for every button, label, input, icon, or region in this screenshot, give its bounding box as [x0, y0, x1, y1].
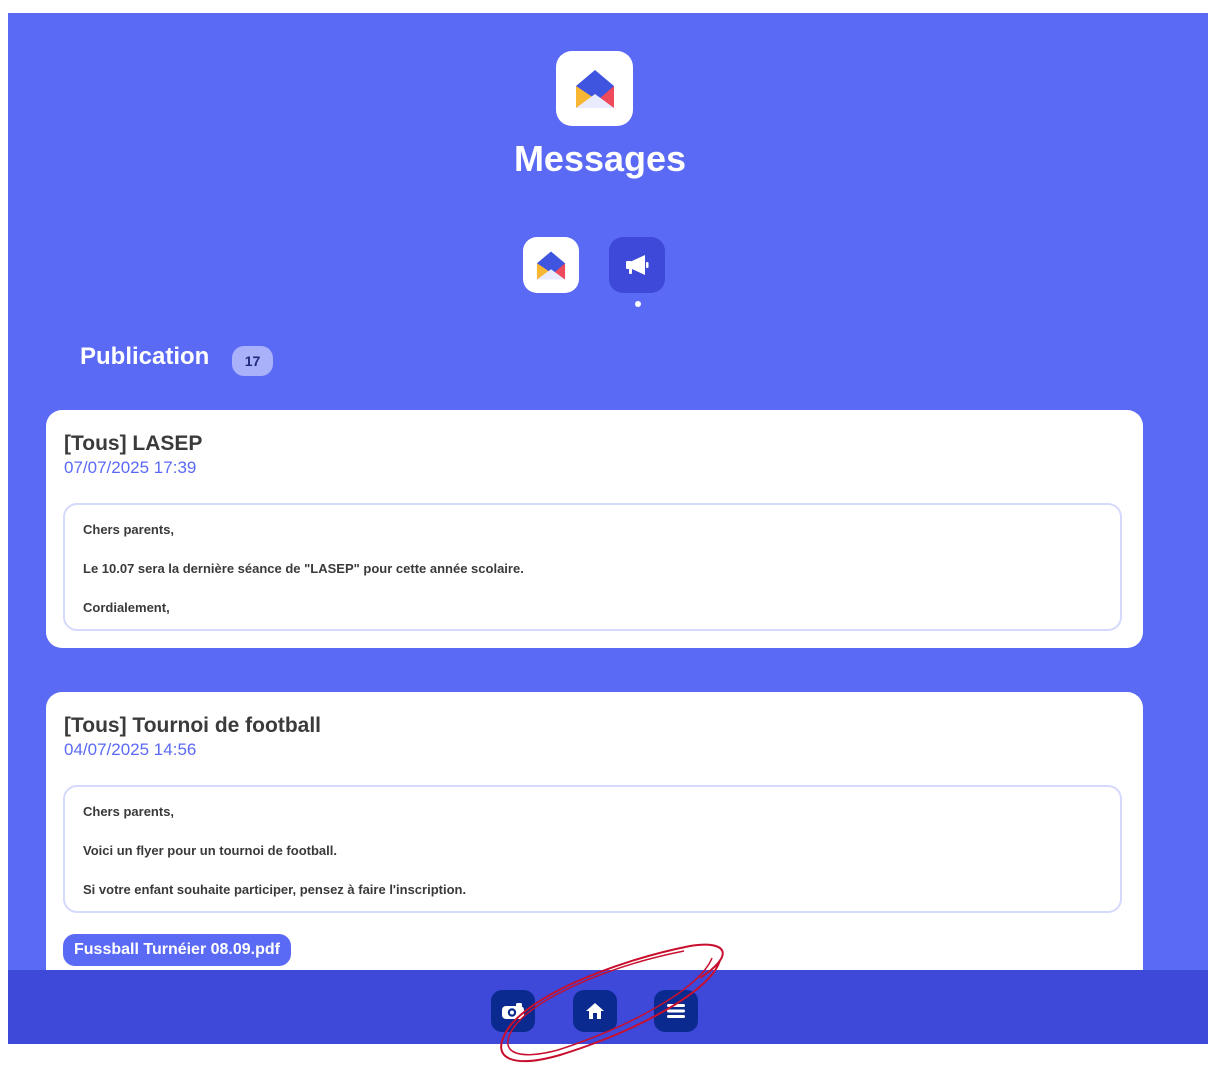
- post-line: Cordialement,: [83, 600, 170, 615]
- post-card[interactable]: [Tous] Tournoi de football 04/07/2025 14…: [46, 692, 1143, 1012]
- switch-messages-button[interactable]: [523, 237, 579, 293]
- megaphone-icon: [626, 255, 649, 275]
- post-line: Si votre enfant souhaite participer, pen…: [83, 882, 467, 897]
- messages-app: Messages Publication 17 [Tous] LASEP 07/…: [8, 13, 1208, 1044]
- post-date: 04/07/2025 14:56: [64, 740, 197, 759]
- envelope-icon: [536, 250, 566, 280]
- active-tab-indicator: [635, 301, 641, 307]
- nav-camera-button[interactable]: [491, 990, 535, 1032]
- post-title: [Tous] LASEP: [64, 432, 203, 455]
- post-date: 07/07/2025 17:39: [64, 458, 197, 477]
- post-body: Chers parents, Voici un flyer pour un to…: [63, 785, 1122, 913]
- menu-icon: [667, 1004, 685, 1018]
- post-line: Chers parents,: [83, 804, 175, 819]
- attachment-button[interactable]: Fussball Turnéier 08.09.pdf: [63, 934, 291, 966]
- nav-home-button[interactable]: [573, 990, 617, 1032]
- page-title: Messages: [513, 138, 687, 179]
- nav-menu-button[interactable]: [654, 990, 698, 1032]
- messages-app-icon: [556, 51, 633, 126]
- home-icon: [586, 1003, 604, 1019]
- count-badge: 17: [232, 346, 273, 376]
- post-line: Voici un flyer pour un tournoi de footba…: [83, 843, 337, 858]
- envelope-icon: [575, 69, 614, 108]
- post-card[interactable]: [Tous] LASEP 07/07/2025 17:39 Chers pare…: [46, 410, 1143, 648]
- bottom-nav: [8, 970, 1208, 1044]
- post-title: [Tous] Tournoi de football: [64, 714, 322, 737]
- camera-icon: [502, 1003, 524, 1019]
- post-body: Chers parents, Le 10.07 sera la dernière…: [63, 503, 1122, 631]
- switch-announcements-button[interactable]: [609, 237, 665, 293]
- section-title: Publication: [80, 343, 210, 370]
- post-line: Le 10.07 sera la dernière séance de "LAS…: [83, 561, 524, 576]
- post-line: Chers parents,: [83, 522, 175, 537]
